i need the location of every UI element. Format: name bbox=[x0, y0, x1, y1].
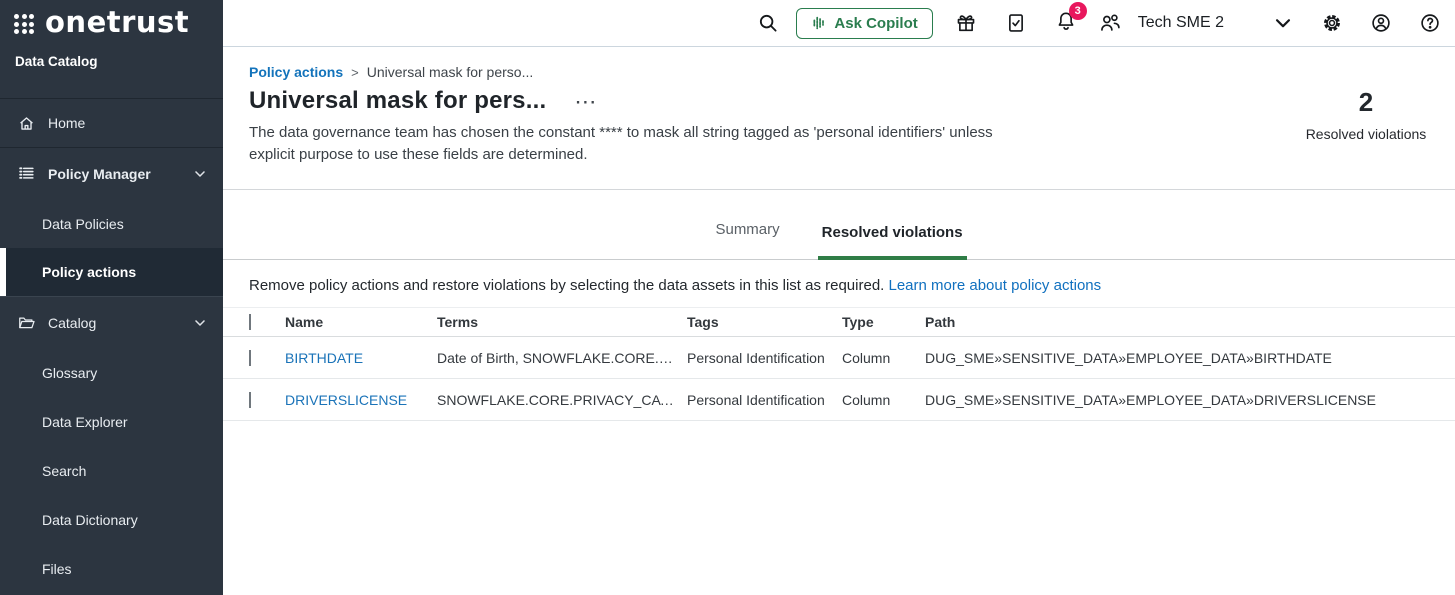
notifications-button[interactable]: 3 bbox=[1055, 10, 1077, 37]
sidebar-item-catalog[interactable]: Catalog bbox=[0, 297, 223, 348]
violations-table: Name Terms Tags Type Path BIRTHDATE Date… bbox=[223, 307, 1455, 421]
resolved-violations-stat: 2 Resolved violations bbox=[1287, 87, 1445, 142]
list-icon bbox=[17, 164, 36, 183]
column-header-type[interactable]: Type bbox=[842, 314, 925, 330]
asset-type: Column bbox=[842, 350, 925, 366]
learn-more-link[interactable]: Learn more about policy actions bbox=[889, 277, 1102, 294]
product-name: Data Catalog bbox=[0, 48, 223, 99]
asset-type: Column bbox=[842, 392, 925, 408]
chevron-down-icon bbox=[1272, 12, 1294, 34]
sidebar: onetrust Data Catalog Home Policy Manage… bbox=[0, 0, 223, 595]
account-button[interactable] bbox=[1370, 12, 1392, 34]
app-grid-icon[interactable] bbox=[14, 14, 34, 34]
help-circle-icon bbox=[1419, 12, 1441, 34]
sidebar-item-label: Data Explorer bbox=[42, 414, 128, 430]
account-circle-icon bbox=[1370, 12, 1392, 34]
search-button[interactable] bbox=[757, 12, 779, 34]
column-header-name[interactable]: Name bbox=[285, 314, 437, 330]
tenant-label: Tech SME 2 bbox=[1138, 14, 1224, 32]
sidebar-item-label: Policy actions bbox=[42, 264, 136, 280]
sidebar-item-policy-manager[interactable]: Policy Manager bbox=[0, 148, 223, 199]
brand-wordmark: onetrust bbox=[45, 8, 189, 37]
tenant-dropdown-button[interactable] bbox=[1272, 12, 1294, 34]
ask-copilot-button[interactable]: Ask Copilot bbox=[796, 8, 932, 39]
notification-badge: 3 bbox=[1069, 2, 1087, 20]
sidebar-item-label: Catalog bbox=[48, 315, 96, 331]
asset-terms: SNOWFLAKE.CORE.PRIVACY_CATEG... bbox=[437, 392, 687, 408]
users-icon bbox=[1099, 12, 1121, 34]
breadcrumb-current: Universal mask for perso... bbox=[367, 64, 534, 80]
brand-logo[interactable]: onetrust bbox=[0, 0, 223, 48]
sidebar-item-label: Data Dictionary bbox=[42, 512, 138, 528]
gift-icon bbox=[955, 12, 977, 34]
page-description: The data governance team has chosen the … bbox=[249, 122, 1031, 166]
row-checkbox[interactable] bbox=[249, 350, 251, 366]
sidebar-item-files[interactable]: Files bbox=[0, 544, 223, 593]
copilot-icon bbox=[811, 15, 827, 31]
column-header-terms[interactable]: Terms bbox=[437, 314, 687, 330]
asset-name-link[interactable]: DRIVERSLICENSE bbox=[285, 392, 407, 408]
table-header-row: Name Terms Tags Type Path bbox=[223, 307, 1455, 337]
select-all-checkbox[interactable] bbox=[249, 314, 251, 330]
table-row: DRIVERSLICENSE SNOWFLAKE.CORE.PRIVACY_CA… bbox=[223, 379, 1455, 421]
sidebar-item-data-policies[interactable]: Data Policies bbox=[0, 199, 223, 248]
sidebar-item-data-explorer[interactable]: Data Explorer bbox=[0, 397, 223, 446]
asset-tags: Personal Identification bbox=[687, 392, 842, 408]
column-header-path[interactable]: Path bbox=[925, 314, 1455, 330]
sidebar-item-label: Data Policies bbox=[42, 216, 124, 232]
asset-path: DUG_SME»SENSITIVE_DATA»EMPLOYEE_DATA»BIR… bbox=[925, 350, 1455, 366]
title-more-menu-button[interactable]: ⋯ bbox=[574, 96, 596, 107]
breadcrumb-separator: > bbox=[351, 65, 359, 80]
table-row: BIRTHDATE Date of Birth, SNOWFLAKE.CORE.… bbox=[223, 337, 1455, 379]
info-text: Remove policy actions and restore violat… bbox=[223, 260, 1455, 294]
column-header-tags[interactable]: Tags bbox=[687, 314, 842, 330]
home-icon bbox=[17, 114, 36, 133]
asset-tags: Personal Identification bbox=[687, 350, 842, 366]
page-header: Policy actions > Universal mask for pers… bbox=[223, 47, 1455, 190]
main-content: Remove policy actions and restore violat… bbox=[223, 260, 1455, 595]
folder-open-icon bbox=[17, 313, 36, 332]
ask-copilot-label: Ask Copilot bbox=[834, 15, 917, 32]
breadcrumb-parent-link[interactable]: Policy actions bbox=[249, 64, 343, 80]
sidebar-item-search[interactable]: Search bbox=[0, 446, 223, 495]
sidebar-item-label: Search bbox=[42, 463, 86, 479]
search-icon bbox=[757, 12, 779, 34]
tab-bar: Summary Resolved violations bbox=[223, 190, 1455, 260]
asset-name-link[interactable]: BIRTHDATE bbox=[285, 350, 363, 366]
sidebar-item-label: Policy Manager bbox=[48, 166, 151, 182]
chevron-down-icon bbox=[192, 315, 208, 331]
help-button[interactable] bbox=[1419, 12, 1441, 34]
breadcrumb: Policy actions > Universal mask for pers… bbox=[249, 64, 1455, 80]
rewards-button[interactable] bbox=[955, 12, 977, 34]
tenant-switcher[interactable]: Tech SME 2 bbox=[1099, 12, 1224, 34]
sidebar-item-data-dictionary[interactable]: Data Dictionary bbox=[0, 495, 223, 544]
page-title: Universal mask for pers... bbox=[249, 87, 546, 115]
topbar: Ask Copilot 3 Tech SME 2 bbox=[223, 0, 1455, 47]
document-check-icon bbox=[1005, 12, 1027, 34]
row-checkbox[interactable] bbox=[249, 392, 251, 408]
asset-terms: Date of Birth, SNOWFLAKE.CORE.PRI... bbox=[437, 350, 687, 366]
sidebar-item-glossary[interactable]: Glossary bbox=[0, 348, 223, 397]
gear-icon bbox=[1321, 12, 1343, 34]
tab-resolved-violations[interactable]: Resolved violations bbox=[818, 224, 967, 260]
sidebar-item-label: Files bbox=[42, 561, 72, 577]
stat-value: 2 bbox=[1287, 87, 1445, 118]
stat-label: Resolved violations bbox=[1287, 126, 1445, 142]
sidebar-item-label: Home bbox=[48, 115, 85, 131]
sidebar-item-home[interactable]: Home bbox=[0, 99, 223, 148]
chevron-down-icon bbox=[192, 166, 208, 182]
tab-summary[interactable]: Summary bbox=[711, 221, 783, 260]
sidebar-item-policy-actions[interactable]: Policy actions bbox=[0, 248, 223, 297]
asset-path: DUG_SME»SENSITIVE_DATA»EMPLOYEE_DATA»DRI… bbox=[925, 392, 1455, 408]
sidebar-item-label: Glossary bbox=[42, 365, 97, 381]
settings-button[interactable] bbox=[1321, 12, 1343, 34]
tasks-button[interactable] bbox=[1005, 12, 1027, 34]
